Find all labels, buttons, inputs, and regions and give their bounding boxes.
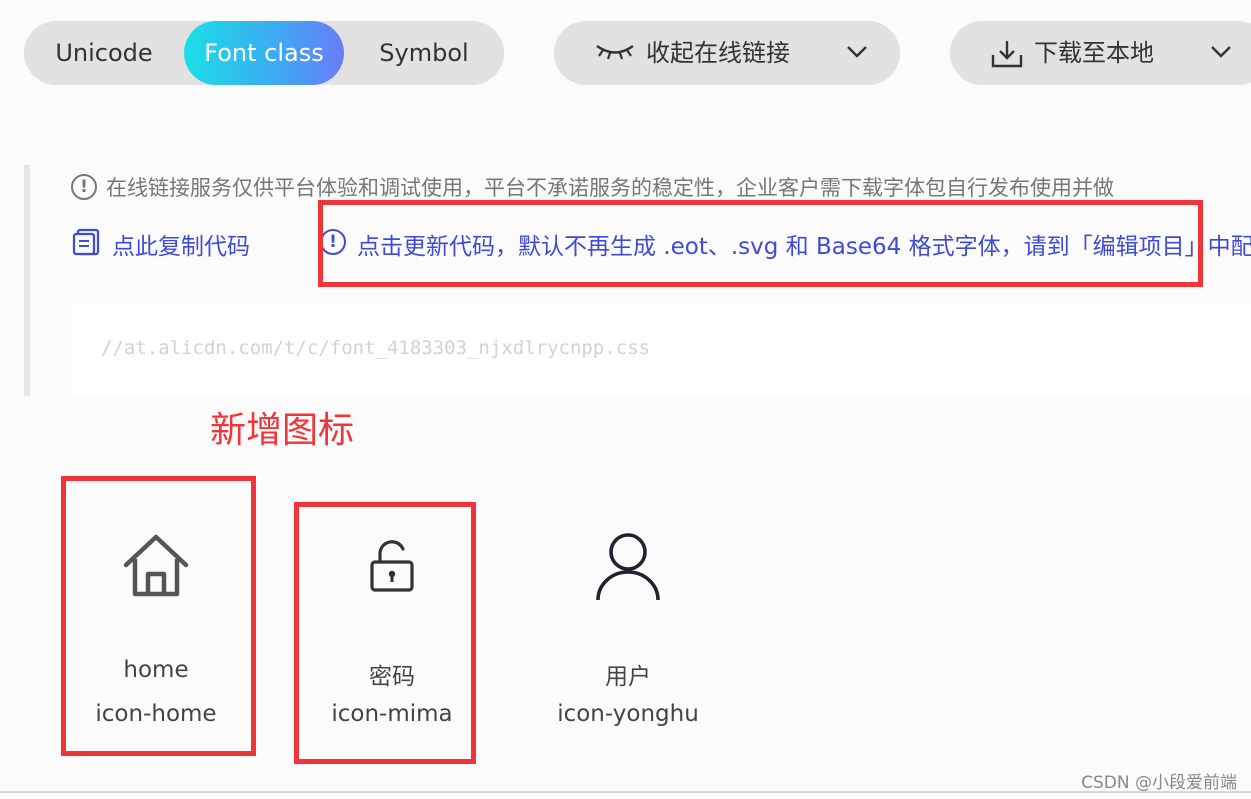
csdn-watermark: CSDN @小段爱前端 bbox=[1081, 773, 1237, 793]
info-icon: ! bbox=[320, 229, 346, 255]
service-notice-text: 在线链接服务仅供平台体验和调试使用，平台不承诺服务的稳定性，企业客户需下载字体包… bbox=[106, 176, 1114, 200]
collapse-online-link-button[interactable]: 收起在线链接 bbox=[554, 21, 900, 85]
icon-name: 密码 bbox=[369, 664, 415, 690]
tab-symbol[interactable]: Symbol bbox=[344, 21, 504, 85]
icon-name: home bbox=[123, 657, 189, 683]
iconfont-project-page: Unicode Font class Symbol 收起在线链接 下载至本地 ! bbox=[0, 0, 1251, 799]
icon-class-name: icon-yonghu bbox=[557, 701, 699, 727]
css-link-url: //at.alicdn.com/t/c/font_4183303_njxdlry… bbox=[101, 337, 651, 359]
info-icon: ! bbox=[71, 174, 97, 200]
bottom-divider bbox=[0, 791, 1251, 793]
lock-icon bbox=[370, 540, 414, 592]
closed-eye-icon bbox=[596, 45, 634, 60]
download-local-button[interactable]: 下载至本地 bbox=[950, 21, 1251, 85]
copy-document-icon bbox=[72, 228, 100, 256]
update-code-link[interactable]: 点击更新代码，默认不再生成 .eot、.svg 和 Base64 格式字体，请到… bbox=[357, 227, 1251, 261]
icon-class-name: icon-home bbox=[95, 701, 217, 727]
chevron-down-icon bbox=[847, 46, 867, 58]
notice-divider bbox=[24, 165, 30, 396]
download-local-label: 下载至本地 bbox=[1034, 39, 1154, 67]
css-link-code-box[interactable]: //at.alicdn.com/t/c/font_4183303_njxdlry… bbox=[71, 303, 1251, 398]
icon-class-name: icon-mima bbox=[331, 701, 453, 727]
icon-name: 用户 bbox=[605, 664, 651, 690]
chevron-down-icon bbox=[1211, 46, 1231, 58]
new-icons-annotation: 新增图标 bbox=[210, 410, 355, 451]
download-icon bbox=[991, 41, 1023, 68]
collapse-online-link-label: 收起在线链接 bbox=[646, 39, 790, 67]
view-mode-tabs: Unicode Font class Symbol bbox=[24, 21, 504, 85]
copy-code-link[interactable]: 点此复制代码 bbox=[112, 227, 250, 261]
tab-unicode[interactable]: Unicode bbox=[24, 21, 184, 85]
user-icon bbox=[596, 533, 660, 601]
home-icon bbox=[123, 534, 189, 597]
tab-font-class[interactable]: Font class bbox=[184, 21, 344, 85]
